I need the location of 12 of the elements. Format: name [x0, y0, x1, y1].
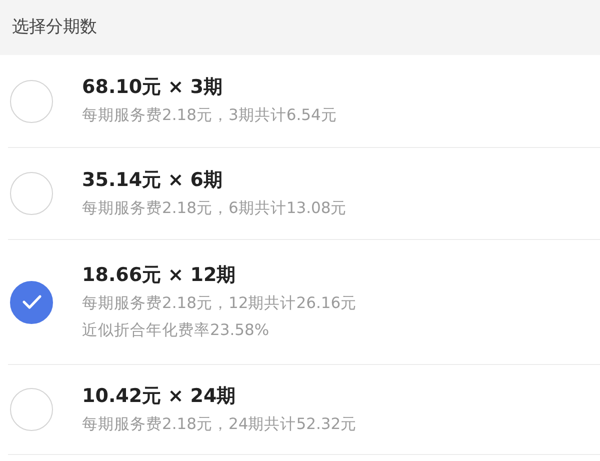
fee-detail: 每期服务费2.18元，12期共计26.16元	[82, 292, 357, 314]
fee-detail: 每期服务费2.18元，24期共计52.32元	[82, 414, 357, 434]
checkmark-icon	[22, 294, 42, 310]
installment-amount: 10.42元 × 24期	[82, 384, 237, 408]
fee-detail: 每期服务费2.18元，3期共计6.54元	[82, 105, 337, 126]
installment-amount: 68.10元 × 3期	[82, 75, 224, 100]
section-title: 选择分期数	[12, 16, 97, 39]
fee-detail: 每期服务费2.18元，6期共计13.08元	[82, 198, 347, 218]
fee-detail: 近似折合年化费率23.58%	[82, 320, 270, 340]
radio-button[interactable]	[10, 280, 53, 324]
installment-amount: 18.66元 × 12期	[82, 262, 237, 288]
installment-amount: 35.14元 × 6期	[82, 168, 224, 192]
